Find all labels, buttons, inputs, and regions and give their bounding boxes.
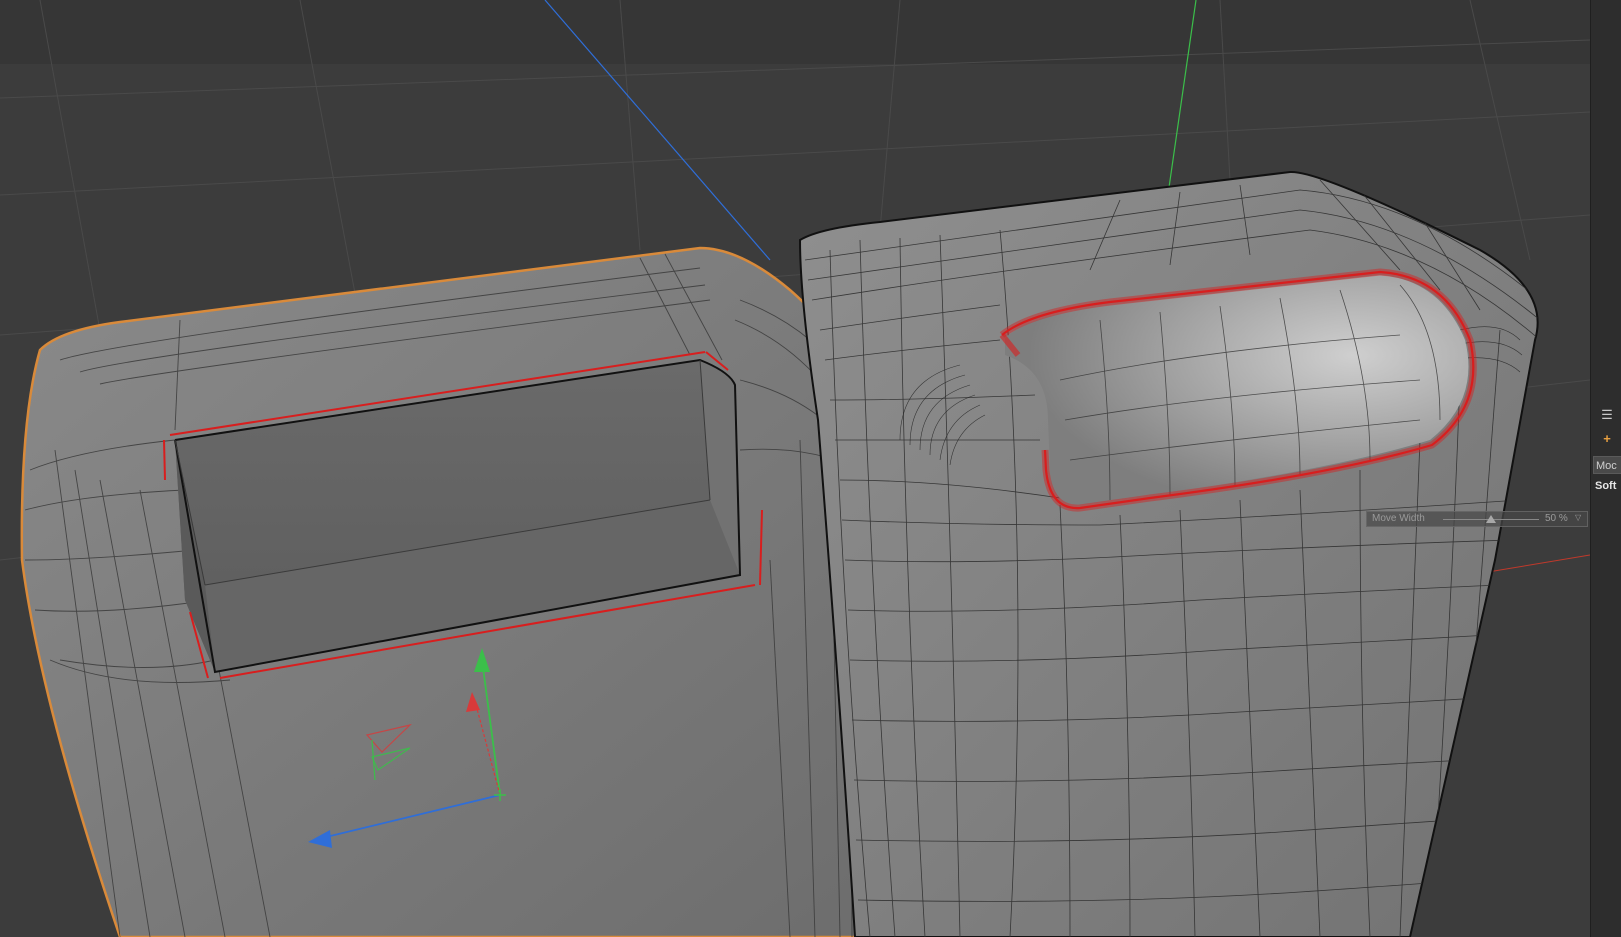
- left-mesh-object: [20, 246, 872, 937]
- move-width-value: 50 %: [1545, 513, 1568, 524]
- attributes-side-panel: ☰ + Moc Soft: [1590, 0, 1621, 937]
- move-width-label: Move Width: [1372, 513, 1425, 524]
- soft-selection-label: Soft: [1595, 480, 1617, 492]
- 3d-viewport[interactable]: Move Width 50 % ▽: [0, 0, 1590, 937]
- z-axis-line: [544, 0, 771, 261]
- hamburger-icon[interactable]: ☰: [1597, 406, 1617, 424]
- mode-tab[interactable]: Moc: [1593, 456, 1621, 474]
- plus-icon[interactable]: +: [1597, 430, 1617, 448]
- viewport-scene[interactable]: [0, 0, 1590, 937]
- right-mesh-object: [798, 170, 1539, 937]
- move-width-knob[interactable]: [1486, 515, 1496, 523]
- chevron-down-icon[interactable]: ▽: [1575, 513, 1581, 522]
- move-width-slider[interactable]: Move Width 50 % ▽: [1366, 511, 1588, 527]
